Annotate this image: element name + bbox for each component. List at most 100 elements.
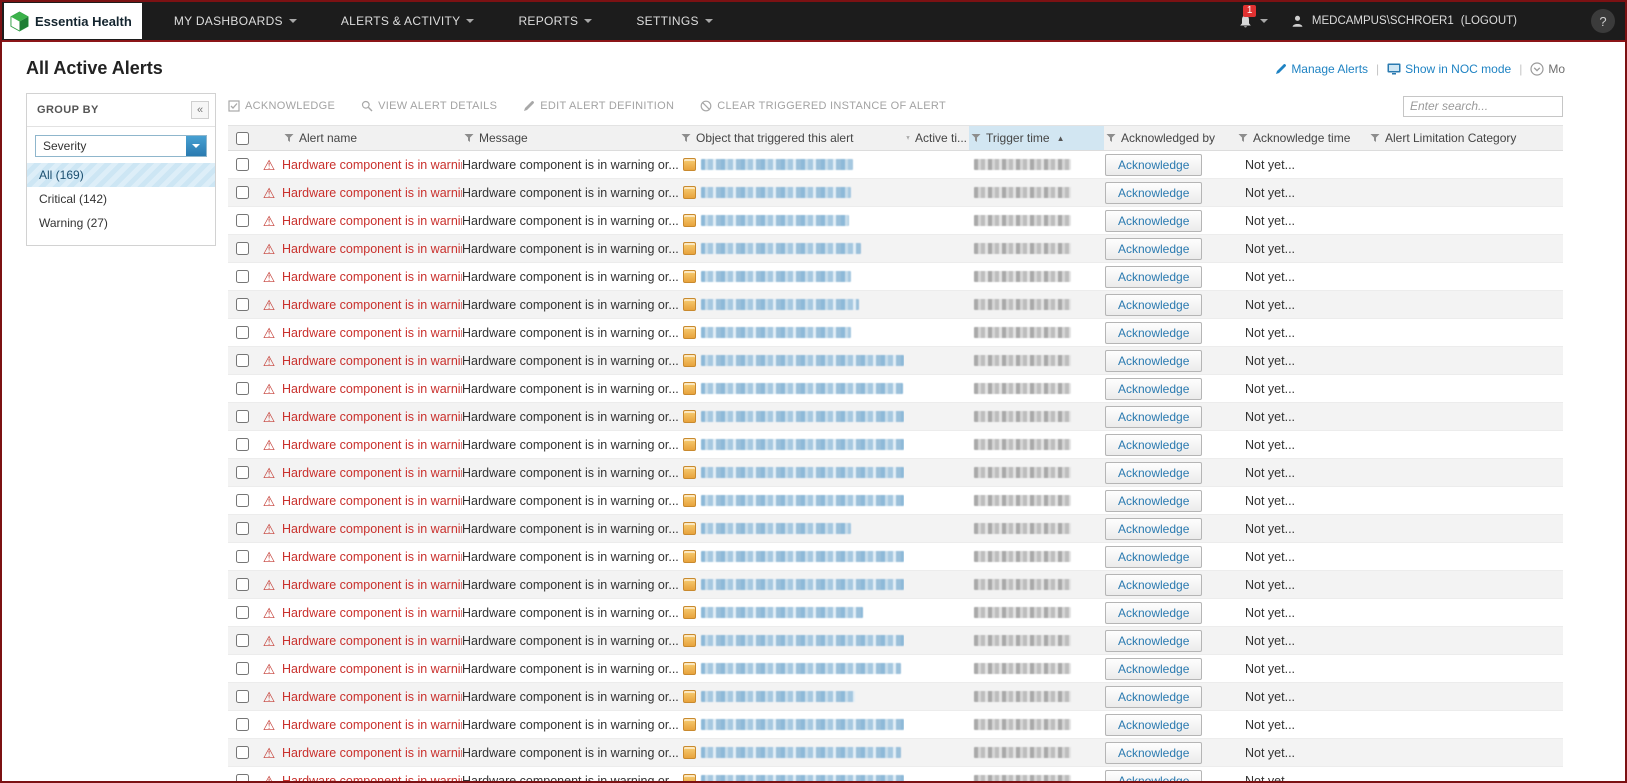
dropdown-button[interactable] [186,136,206,156]
table-row[interactable]: ⚠ Hardware component is in warnin Hardwa… [228,459,1563,487]
noc-mode-link[interactable]: Show in NOC mode [1387,62,1511,76]
group-item-all[interactable]: All (169) [27,163,215,187]
edit-alert-definition-button[interactable]: EDIT ALERT DEFINITION [523,100,674,112]
acknowledge-button[interactable]: Acknowledge [1105,741,1203,764]
table-row[interactable]: ⚠ Hardware component is in warnin Hardwa… [228,543,1563,571]
row-checkbox[interactable] [235,354,249,367]
acknowledge-button[interactable]: Acknowledge [1105,573,1203,596]
row-checkbox[interactable] [235,690,249,703]
alert-name-link[interactable]: Hardware component is in warnin [282,662,462,676]
row-checkbox[interactable] [235,578,249,591]
alert-name-link[interactable]: Hardware component is in warnin [282,578,462,592]
table-row[interactable]: ⚠ Hardware component is in warnin Hardwa… [228,431,1563,459]
nav-my-dashboards[interactable]: MY DASHBOARDS [152,2,319,41]
column-header-acknowledge-time[interactable]: Acknowledge time [1236,126,1368,150]
column-header-alert-limitation-category[interactable]: Alert Limitation Category [1368,126,1563,150]
row-checkbox[interactable] [235,270,249,283]
nav-settings[interactable]: SETTINGS [614,2,734,41]
table-row[interactable]: ⚠ Hardware component is in warnin Hardwa… [228,179,1563,207]
acknowledge-button[interactable]: Acknowledge [1105,265,1203,288]
alert-name-link[interactable]: Hardware component is in warnin [282,214,462,228]
alert-name-link[interactable]: Hardware component is in warnin [282,158,462,172]
row-checkbox[interactable] [235,522,249,535]
nav-reports[interactable]: REPORTS [496,2,614,41]
acknowledge-button[interactable]: Acknowledge [1105,209,1203,232]
alert-name-link[interactable]: Hardware component is in warnin [282,690,462,704]
alert-name-link[interactable]: Hardware component is in warnin [282,494,462,508]
table-row[interactable]: ⚠ Hardware component is in warnin Hardwa… [228,571,1563,599]
acknowledge-button[interactable]: Acknowledge [1105,629,1203,652]
row-checkbox[interactable] [235,410,249,423]
table-row[interactable]: ⚠ Hardware component is in warnin Hardwa… [228,347,1563,375]
table-row[interactable]: ⚠ Hardware component is in warnin Hardwa… [228,683,1563,711]
acknowledge-button[interactable]: Acknowledge [1105,433,1203,456]
row-checkbox[interactable] [235,326,249,339]
group-item-warning[interactable]: Warning (27) [27,211,215,235]
alert-name-link[interactable]: Hardware component is in warnin [282,466,462,480]
table-row[interactable]: ⚠ Hardware component is in warnin Hardwa… [228,403,1563,431]
alert-name-link[interactable]: Hardware component is in warnin [282,298,462,312]
row-checkbox[interactable] [235,606,249,619]
clear-triggered-instance-button[interactable]: CLEAR TRIGGERED INSTANCE OF ALERT [700,100,946,112]
alert-name-link[interactable]: Hardware component is in warnin [282,382,462,396]
alert-name-link[interactable]: Hardware component is in warnin [282,186,462,200]
acknowledge-button[interactable]: Acknowledge [1105,517,1203,540]
row-checkbox[interactable] [235,298,249,311]
manage-alerts-link[interactable]: Manage Alerts [1275,62,1368,76]
row-checkbox[interactable] [235,662,249,675]
group-item-critical[interactable]: Critical (142) [27,187,215,211]
alert-name-link[interactable]: Hardware component is in warnin [282,550,462,564]
acknowledge-button[interactable]: Acknowledge [1105,405,1203,428]
brand-logo[interactable]: Essentia Health [4,3,142,39]
alert-name-link[interactable]: Hardware component is in warnin [282,746,462,760]
table-row[interactable]: ⚠ Hardware component is in warnin Hardwa… [228,767,1563,782]
table-row[interactable]: ⚠ Hardware component is in warnin Hardwa… [228,291,1563,319]
acknowledge-button[interactable]: Acknowledge [1105,153,1203,176]
row-checkbox[interactable] [235,774,249,781]
select-all-checkbox[interactable] [235,131,249,145]
table-row[interactable]: ⚠ Hardware component is in warnin Hardwa… [228,711,1563,739]
acknowledge-button[interactable]: Acknowledge [1105,293,1203,316]
alert-name-link[interactable]: Hardware component is in warnin [282,522,462,536]
alert-name-link[interactable]: Hardware component is in warnin [282,410,462,424]
table-row[interactable]: ⚠ Hardware component is in warnin Hardwa… [228,655,1563,683]
table-row[interactable]: ⚠ Hardware component is in warnin Hardwa… [228,739,1563,767]
acknowledge-button[interactable]: Acknowledge [1105,349,1203,372]
table-row[interactable]: ⚠ Hardware component is in warnin Hardwa… [228,515,1563,543]
column-header-active-time[interactable]: Active ti... [904,126,969,150]
search-input[interactable] [1403,95,1563,117]
account-menu[interactable]: MEDCAMPUS\SCHROER1 (LOGOUT) [1290,14,1517,29]
row-checkbox[interactable] [235,634,249,647]
acknowledge-button[interactable]: Acknowledge [1105,461,1203,484]
row-checkbox[interactable] [235,382,249,395]
table-row[interactable]: ⚠ Hardware component is in warnin Hardwa… [228,627,1563,655]
group-by-dropdown[interactable]: Severity [35,135,207,157]
table-row[interactable]: ⚠ Hardware component is in warnin Hardwa… [228,599,1563,627]
row-checkbox[interactable] [235,186,249,199]
alert-name-link[interactable]: Hardware component is in warnin [282,718,462,732]
table-row[interactable]: ⚠ Hardware component is in warnin Hardwa… [228,487,1563,515]
table-row[interactable]: ⚠ Hardware component is in warnin Hardwa… [228,263,1563,291]
acknowledge-toolbar-button[interactable]: ACKNOWLEDGE [228,100,335,112]
alert-name-link[interactable]: Hardware component is in warnin [282,774,462,782]
nav-alerts-activity[interactable]: ALERTS & ACTIVITY [319,2,497,41]
notifications-button[interactable]: 1 [1231,4,1274,29]
alert-name-link[interactable]: Hardware component is in warnin [282,438,462,452]
column-header-message[interactable]: Message [462,126,679,150]
row-checkbox[interactable] [235,718,249,731]
alert-name-link[interactable]: Hardware component is in warnin [282,242,462,256]
acknowledge-button[interactable]: Acknowledge [1105,685,1203,708]
acknowledge-button[interactable]: Acknowledge [1105,657,1203,680]
row-checkbox[interactable] [235,494,249,507]
alert-name-link[interactable]: Hardware component is in warnin [282,270,462,284]
logout-link[interactable]: (LOGOUT) [1461,15,1517,27]
acknowledge-button[interactable]: Acknowledge [1105,321,1203,344]
acknowledge-button[interactable]: Acknowledge [1105,181,1203,204]
table-row[interactable]: ⚠ Hardware component is in warnin Hardwa… [228,235,1563,263]
row-checkbox[interactable] [235,466,249,479]
acknowledge-button[interactable]: Acknowledge [1105,545,1203,568]
table-row[interactable]: ⚠ Hardware component is in warnin Hardwa… [228,319,1563,347]
acknowledge-button[interactable]: Acknowledge [1105,237,1203,260]
table-row[interactable]: ⚠ Hardware component is in warnin Hardwa… [228,151,1563,179]
row-checkbox[interactable] [235,214,249,227]
